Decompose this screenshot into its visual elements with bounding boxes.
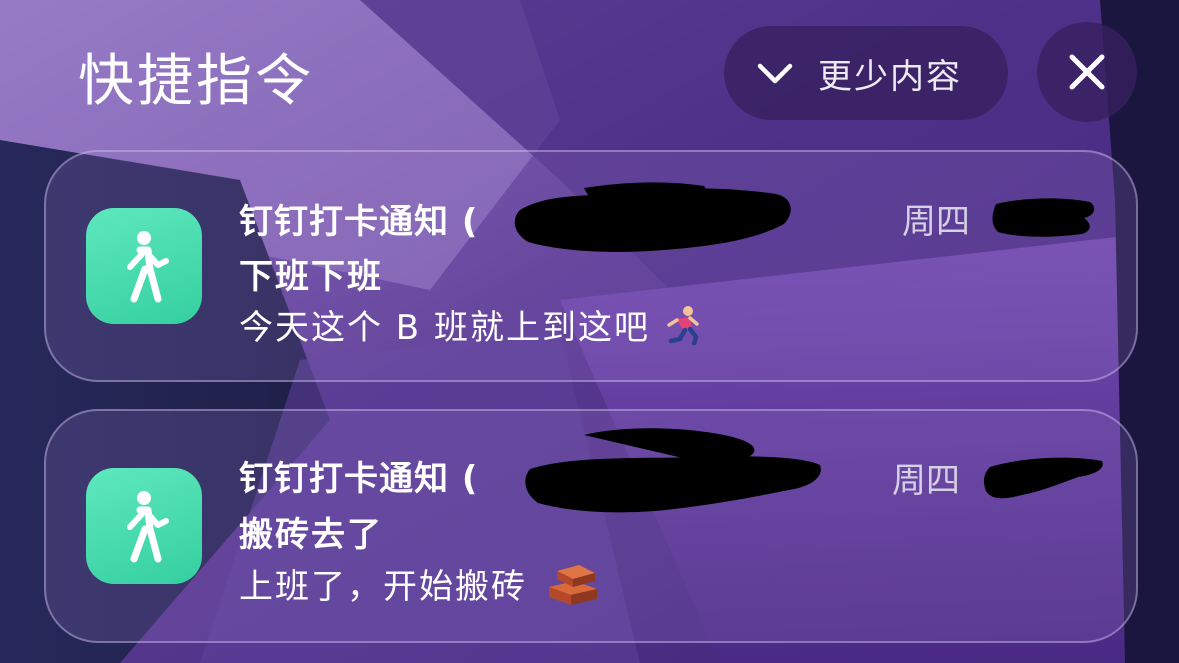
close-button[interactable] [1037,22,1137,122]
notification-card[interactable]: 钉钉打卡通知 () 周四 搬砖去了 上班了，开始搬砖 [44,409,1138,643]
notification-time: 周四 [902,202,970,242]
chevron-down-icon [757,63,793,84]
notification-card[interactable]: 钉钉打卡通知 (员) 周四 下班下班 今天这个 B 班就上到这吧 [44,150,1138,382]
close-icon [1069,54,1105,90]
redaction-mark [992,198,1095,237]
walking-person-icon [86,468,202,584]
notification-body: 上班了，开始搬砖 [239,559,601,608]
redaction-mark [983,457,1103,499]
notification-title: 下班下班 [239,257,383,297]
notification-app-name: 钉钉打卡通知 (员) [239,202,744,242]
show-less-button[interactable]: 更少内容 [724,26,1008,120]
show-less-label: 更少内容 [818,56,962,97]
notification-screen: 快捷指令 更少内容 钉钉打卡通知 (员) 周四 下班下班 今天这个 B 班就上到… [0,0,1179,663]
notification-title: 搬砖去了 [239,515,383,555]
running-person-emoji [667,305,699,345]
brick-emoji [549,564,597,605]
notification-body: 今天这个 B 班就上到这吧 [239,300,702,349]
notification-time: 周四 [892,461,960,501]
notification-app-name: 钉钉打卡通知 () [239,459,717,499]
walking-person-icon [86,208,202,324]
page-title: 快捷指令 [78,49,314,114]
